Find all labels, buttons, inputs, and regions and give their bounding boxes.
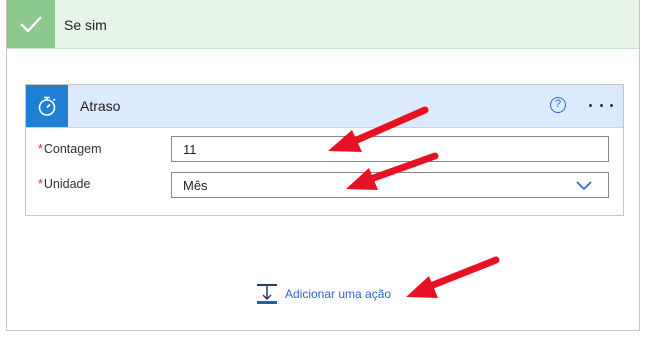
branch-header[interactable]: Se sim	[7, 0, 639, 49]
insert-step-icon	[257, 284, 277, 304]
count-input[interactable]: 11	[171, 136, 609, 162]
help-icon[interactable]: ?	[550, 97, 566, 113]
timer-icon	[26, 85, 68, 127]
count-label: *Contagem	[38, 142, 102, 156]
add-action-button[interactable]: Adicionar uma ação	[257, 284, 391, 304]
action-title: Atraso	[80, 98, 121, 114]
action-card-header[interactable]: Atraso ?	[26, 85, 623, 128]
ellipsis-icon[interactable]	[589, 95, 613, 115]
count-label-text: Contagem	[43, 142, 102, 156]
unit-label-text: Unidade	[43, 177, 91, 191]
chevron-down-icon[interactable]	[576, 181, 592, 191]
unit-dropdown[interactable]: Mês	[171, 172, 609, 198]
required-marker: *	[38, 177, 43, 191]
branch-title: Se sim	[64, 17, 107, 33]
unit-label: *Unidade	[38, 177, 90, 191]
delay-action-card: Atraso ? *Contagem 11 *Unidade Mês	[25, 84, 624, 216]
add-action-label: Adicionar uma ação	[285, 287, 392, 301]
unit-value: Mês	[183, 178, 208, 193]
required-marker: *	[38, 142, 43, 156]
checkmark-icon	[7, 0, 55, 48]
